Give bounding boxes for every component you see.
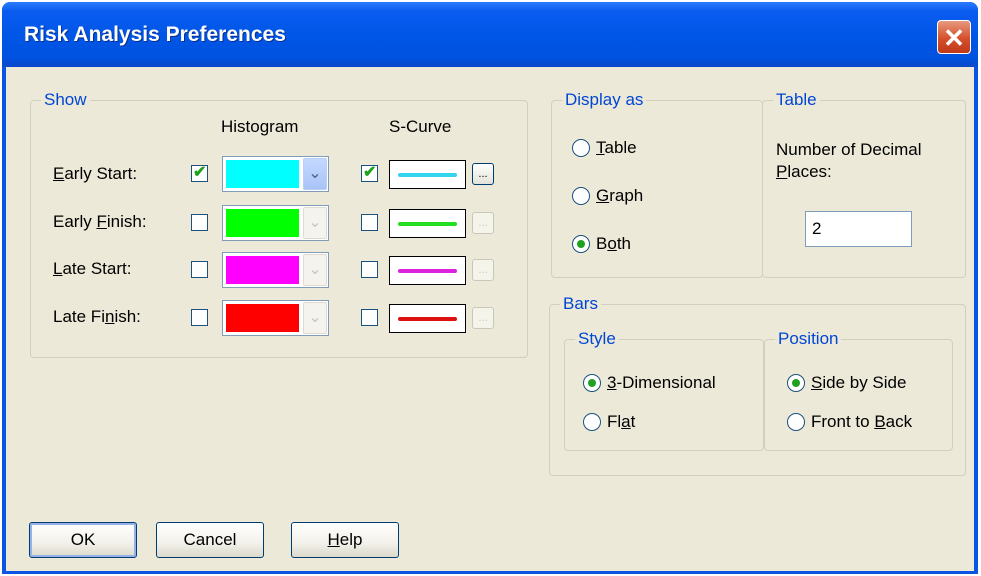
line-sample: [398, 269, 457, 273]
early-finish-line-style-button[interactable]: ...: [472, 212, 494, 234]
title-bar[interactable]: Risk Analysis Preferences ✕: [2, 2, 978, 67]
checkmark-icon: ✔: [193, 164, 207, 181]
display-both-radio[interactable]: [572, 235, 590, 253]
decimal-places-label-line1: Number of Decimal: [776, 140, 922, 159]
bars-position-group: Position Side by Side Front to Back: [764, 329, 953, 451]
decimal-places-label-line2: Places:: [776, 162, 832, 181]
decimal-places-input[interactable]: 2: [805, 211, 912, 247]
style-legend: Style: [575, 329, 619, 349]
line-sample: [398, 222, 457, 226]
bars-legend: Bars: [560, 294, 601, 314]
late-finish-color-select[interactable]: ⌄: [222, 300, 329, 336]
dialog-title: Risk Analysis Preferences: [24, 23, 286, 46]
radio-selected-dot: [588, 379, 596, 387]
dialog-window: Risk Analysis Preferences ✕ Show Histogr…: [2, 2, 978, 574]
late-finish-scurve-checkbox[interactable]: [361, 309, 378, 326]
display-as-legend: Display as: [562, 90, 647, 110]
chevron-down-icon[interactable]: ⌄: [303, 254, 327, 286]
late-finish-label: Late Finish:: [53, 307, 141, 326]
checkmark-icon: ✔: [363, 164, 377, 181]
display-table-radio[interactable]: [572, 139, 590, 157]
style-3d-label[interactable]: 3-Dimensional: [607, 372, 716, 394]
early-start-line-preview: [389, 160, 466, 189]
bars-group: Bars Style 3-Dimensional Flat Position S…: [549, 294, 966, 476]
position-front-radio[interactable]: [787, 413, 805, 431]
show-group: Show Histogram S-Curve Early Start: ✔ ⌄ …: [30, 90, 528, 358]
chevron-down-icon[interactable]: ⌄: [303, 302, 327, 334]
table-legend: Table: [773, 90, 820, 110]
help-button[interactable]: Help: [291, 522, 399, 558]
display-graph-radio[interactable]: [572, 187, 590, 205]
ok-button[interactable]: OK: [29, 522, 137, 558]
color-swatch: [226, 209, 299, 237]
style-flat-radio[interactable]: [583, 413, 601, 431]
early-finish-line-preview: [389, 209, 466, 238]
color-swatch: [226, 160, 299, 188]
early-finish-scurve-checkbox[interactable]: [361, 214, 378, 231]
early-start-color-select[interactable]: ⌄: [222, 156, 329, 192]
early-start-histogram-checkbox[interactable]: ✔: [191, 164, 208, 182]
table-group: Table Number of Decimal Places: 2: [762, 90, 966, 278]
early-finish-histogram-checkbox[interactable]: [191, 214, 208, 231]
show-legend: Show: [41, 90, 90, 110]
late-finish-line-preview: [389, 304, 466, 333]
chevron-down-icon[interactable]: ⌄: [303, 207, 327, 239]
early-finish-label: Early Finish:: [53, 212, 147, 231]
late-start-line-preview: [389, 256, 466, 285]
late-finish-line-style-button[interactable]: ...: [472, 307, 494, 329]
display-table-label[interactable]: Table: [596, 137, 637, 159]
chevron-down-icon[interactable]: ⌄: [303, 158, 327, 190]
color-swatch: [226, 256, 299, 284]
late-start-histogram-checkbox[interactable]: [191, 261, 208, 278]
early-start-label: Early Start:: [53, 164, 138, 183]
early-start-scurve-checkbox[interactable]: ✔: [361, 164, 378, 182]
radio-selected-dot: [792, 379, 800, 387]
scurve-column-header: S-Curve: [389, 117, 452, 136]
line-sample: [398, 173, 457, 177]
position-front-label[interactable]: Front to Back: [811, 411, 912, 433]
close-icon[interactable]: ✕: [937, 20, 971, 54]
color-swatch: [226, 304, 299, 332]
cancel-button[interactable]: Cancel: [156, 522, 264, 558]
histogram-column-header: Histogram: [221, 117, 299, 136]
late-finish-histogram-checkbox[interactable]: [191, 309, 208, 326]
style-flat-label[interactable]: Flat: [607, 411, 635, 433]
position-side-label[interactable]: Side by Side: [811, 372, 906, 394]
position-legend: Position: [775, 329, 842, 349]
early-start-line-style-button[interactable]: ...: [472, 163, 494, 185]
display-both-label[interactable]: Both: [596, 233, 631, 255]
style-3d-radio[interactable]: [583, 374, 601, 392]
late-start-line-style-button[interactable]: ...: [472, 259, 494, 281]
position-side-radio[interactable]: [787, 374, 805, 392]
display-as-group: Display as Table Graph Both: [551, 90, 763, 278]
display-graph-label[interactable]: Graph: [596, 185, 643, 207]
late-start-label: Late Start:: [53, 259, 132, 278]
late-start-color-select[interactable]: ⌄: [222, 252, 329, 288]
dialog-body: Show Histogram S-Curve Early Start: ✔ ⌄ …: [6, 67, 974, 571]
line-sample: [398, 317, 457, 321]
bars-style-group: Style 3-Dimensional Flat: [564, 329, 764, 451]
radio-selected-dot: [577, 240, 585, 248]
early-finish-color-select[interactable]: ⌄: [222, 205, 329, 241]
late-start-scurve-checkbox[interactable]: [361, 261, 378, 278]
